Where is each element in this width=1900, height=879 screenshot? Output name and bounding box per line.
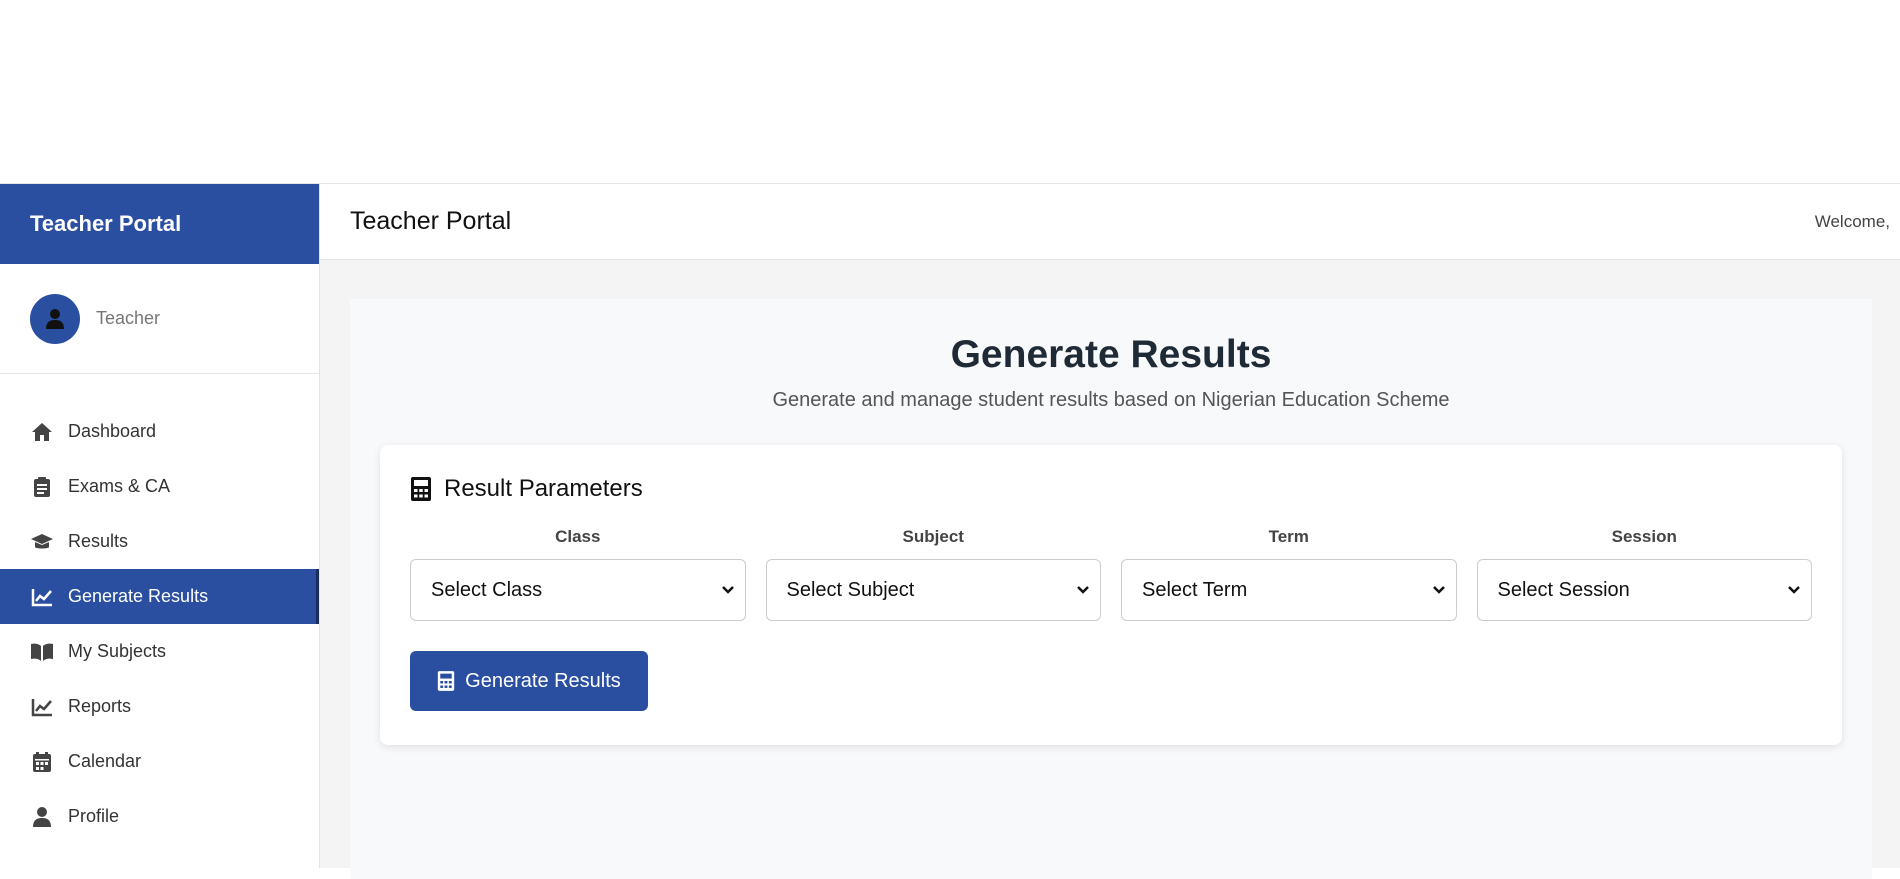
field-label: Term bbox=[1268, 527, 1309, 546]
chevron-down-icon bbox=[721, 586, 734, 594]
card-title-label: Result Parameters bbox=[444, 475, 643, 502]
sidebar-item-dashboard[interactable]: Dashboard bbox=[0, 404, 319, 459]
clipboard-icon bbox=[30, 475, 54, 499]
user-icon bbox=[46, 308, 64, 329]
sidebar-item-my-subjects[interactable]: My Subjects bbox=[0, 624, 319, 679]
sidebar-item-profile[interactable]: Profile bbox=[0, 789, 319, 844]
chart-line-icon bbox=[30, 695, 54, 719]
class-field: Class Select Class bbox=[410, 527, 746, 621]
sidebar-item-reports[interactable]: Reports bbox=[0, 679, 319, 734]
sidebar-item-label: My Subjects bbox=[68, 641, 167, 661]
generate-results-button[interactable]: Generate Results bbox=[410, 651, 648, 711]
select-value: Select Term bbox=[1142, 578, 1248, 601]
user-icon bbox=[30, 805, 54, 829]
welcome-text: Welcome, bbox=[1814, 211, 1890, 231]
browser-blank-area bbox=[0, 0, 1900, 184]
select-value: Select Session bbox=[1497, 578, 1630, 601]
term-field: Term Select Term bbox=[1121, 527, 1457, 621]
sidebar: Teacher Portal Teacher Dashboard Exams &… bbox=[0, 184, 320, 868]
page-subtitle: Generate and manage student results base… bbox=[772, 389, 1450, 411]
result-parameters-card: Result Parameters Class Select Class Sub… bbox=[380, 445, 1842, 745]
user-role: Teacher bbox=[96, 308, 161, 328]
button-label: Generate Results bbox=[465, 669, 621, 692]
session-select[interactable]: Select Session bbox=[1476, 559, 1812, 621]
calculator-icon bbox=[410, 476, 432, 502]
calendar-icon bbox=[30, 750, 54, 774]
chevron-down-icon bbox=[1788, 586, 1800, 594]
content-panel: Generate Results Generate and manage stu… bbox=[350, 299, 1872, 879]
sidebar-item-generate-results[interactable]: Generate Results bbox=[0, 569, 319, 624]
field-label: Class bbox=[555, 527, 601, 546]
field-label: Subject bbox=[902, 527, 964, 546]
sidebar-nav: Dashboard Exams & CA Results Generate Re… bbox=[0, 404, 319, 844]
field-label: Session bbox=[1611, 527, 1677, 546]
sidebar-item-label: Dashboard bbox=[68, 421, 157, 441]
sidebar-item-results[interactable]: Results bbox=[0, 514, 319, 569]
avatar[interactable] bbox=[30, 293, 80, 344]
sidebar-item-label: Reports bbox=[68, 696, 132, 716]
sidebar-brand: Teacher Portal bbox=[0, 184, 319, 264]
session-field: Session Select Session bbox=[1476, 527, 1812, 621]
subject-field: Subject Select Subject bbox=[765, 527, 1101, 621]
sidebar-item-exams[interactable]: Exams & CA bbox=[0, 459, 319, 514]
chart-line-icon bbox=[30, 585, 54, 609]
class-select[interactable]: Select Class bbox=[410, 559, 746, 621]
home-icon bbox=[30, 420, 54, 444]
select-value: Select Subject bbox=[786, 578, 915, 601]
select-value: Select Class bbox=[431, 578, 543, 601]
calculator-icon bbox=[437, 670, 455, 692]
user-block: Teacher bbox=[0, 264, 319, 374]
sidebar-item-calendar[interactable]: Calendar bbox=[0, 734, 319, 789]
sidebar-item-label: Exams & CA bbox=[68, 476, 171, 496]
top-bar: Teacher Portal Welcome, bbox=[320, 184, 1900, 260]
page-title: Generate Results bbox=[950, 333, 1272, 376]
graduation-cap-icon bbox=[30, 530, 54, 554]
sidebar-item-label: Profile bbox=[68, 806, 120, 826]
parameter-fields: Class Select Class Subject Select Subjec… bbox=[410, 527, 1812, 621]
sidebar-item-label: Calendar bbox=[68, 751, 142, 771]
main-content: Generate Results Generate and manage stu… bbox=[320, 260, 1900, 879]
chevron-down-icon bbox=[1432, 586, 1445, 594]
sidebar-item-label: Generate Results bbox=[68, 586, 209, 606]
subject-select[interactable]: Select Subject bbox=[765, 559, 1101, 621]
book-icon bbox=[30, 640, 54, 664]
card-title: Result Parameters bbox=[410, 475, 1812, 503]
sidebar-item-label: Results bbox=[68, 531, 129, 551]
term-select[interactable]: Select Term bbox=[1121, 559, 1457, 621]
page-header-title: Teacher Portal bbox=[350, 207, 512, 235]
chevron-down-icon bbox=[1077, 586, 1089, 594]
